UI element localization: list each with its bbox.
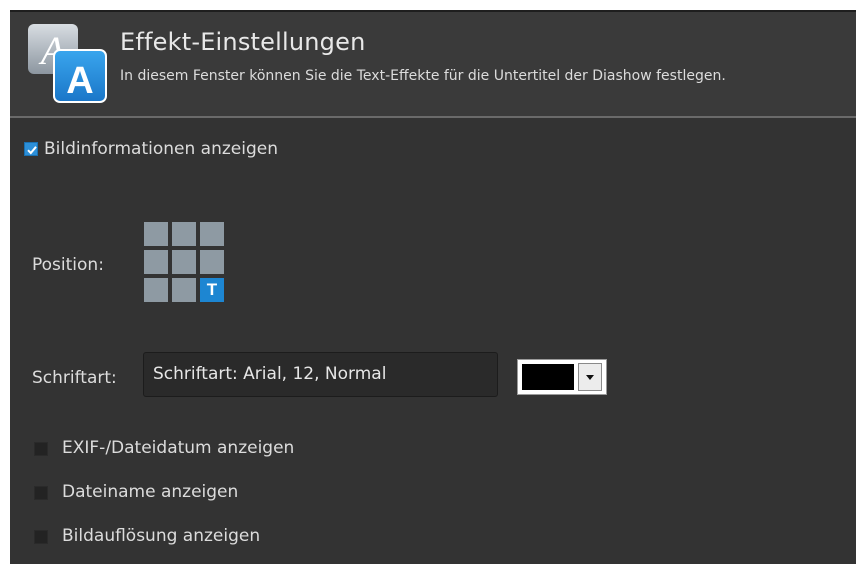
text-effects-icon: A A [28,24,107,103]
position-cell-top-center[interactable] [172,222,196,246]
font-color-swatch [522,364,574,390]
font-color-picker[interactable] [517,359,607,395]
text-marker: T [206,280,218,299]
color-dropdown-button[interactable] [578,363,602,391]
position-cell-middle-right[interactable] [200,250,224,274]
filename-checkbox[interactable] [34,486,48,500]
header-title: Effekt-Einstellungen [120,28,366,56]
position-cell-bottom-center[interactable] [172,278,196,302]
panel-header: A A Effekt-Einstellungen In diesem Fenst… [10,12,856,118]
show-image-info-label[interactable]: Bildinformationen anzeigen [44,139,278,159]
svg-text:A: A [66,60,93,102]
position-label: Position: [32,255,104,275]
font-label: Schriftart: [32,368,117,388]
effect-settings-panel: A A Effekt-Einstellungen In diesem Fenst… [10,10,856,564]
position-cell-middle-left[interactable] [144,250,168,274]
position-cell-middle-center[interactable] [172,250,196,274]
checkmark-icon [27,146,37,155]
chevron-down-icon [586,375,594,380]
position-grid: T [144,222,228,306]
position-cell-top-right[interactable] [200,222,224,246]
exif-date-checkbox[interactable] [34,442,48,456]
position-cell-bottom-left[interactable] [144,278,168,302]
position-cell-top-left[interactable] [144,222,168,246]
filename-label[interactable]: Dateiname anzeigen [62,482,238,502]
show-image-info-checkbox[interactable] [24,142,38,156]
resolution-checkbox[interactable] [34,530,48,544]
position-cell-bottom-right[interactable]: T [200,278,224,302]
font-select-button[interactable]: Schriftart: Arial, 12, Normal [143,352,498,397]
header-description: In diesem Fenster können Sie die Text-Ef… [120,68,726,84]
exif-date-label[interactable]: EXIF-/Dateidatum anzeigen [62,438,294,458]
resolution-label[interactable]: Bildauflösung anzeigen [62,526,260,546]
